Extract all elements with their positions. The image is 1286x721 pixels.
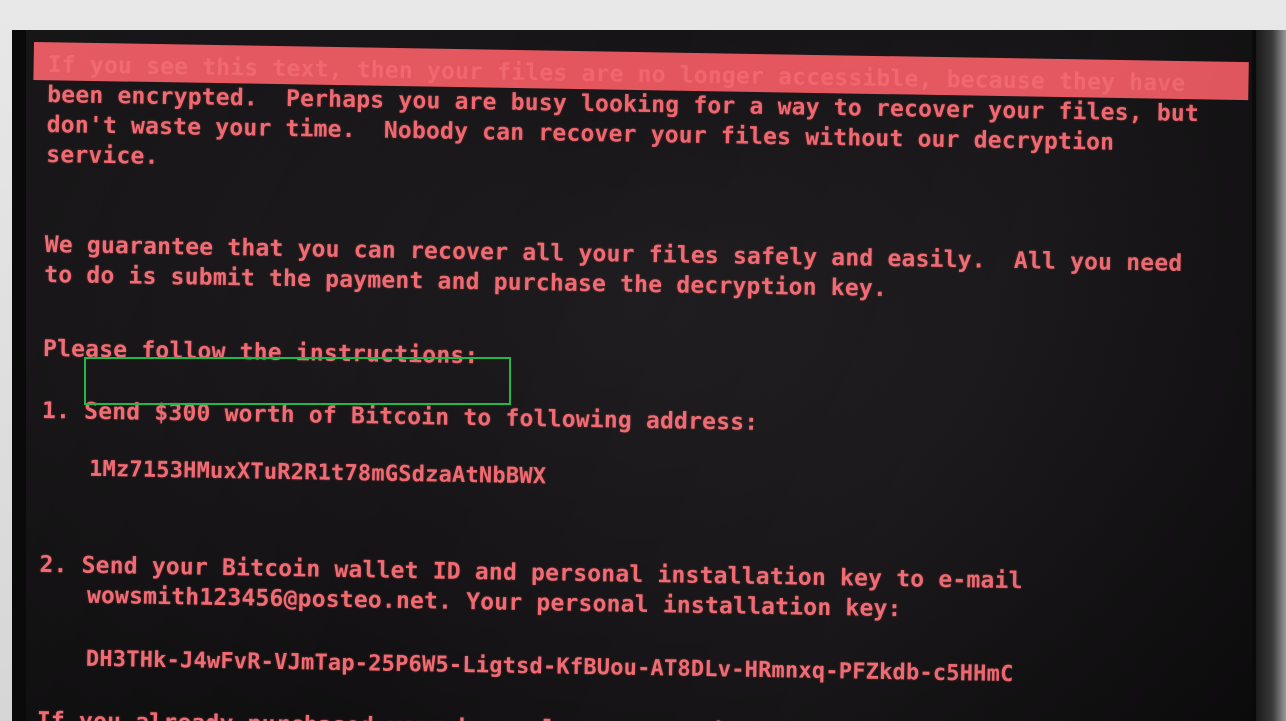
enter-key-prompt: If you already purchased your key, pleas… bbox=[37, 706, 838, 721]
highlight-box bbox=[84, 357, 511, 405]
bitcoin-address: 1Mz7153HMuxXTuR2R1t78mGSdzaAtNbBWX bbox=[88, 456, 547, 490]
monitor-edge bbox=[1256, 30, 1286, 721]
photo-frame: If you see this text, then your files ar… bbox=[0, 0, 1286, 721]
installation-key: DH3THk-J4wFvR-VJmTap-25P6W5-Ligtsd-KfBUo… bbox=[85, 646, 1014, 688]
guarantee-paragraph: We guarantee that you can recover all yo… bbox=[44, 231, 1197, 302]
warning-paragraph: If you see this text, then your files ar… bbox=[46, 51, 1214, 170]
